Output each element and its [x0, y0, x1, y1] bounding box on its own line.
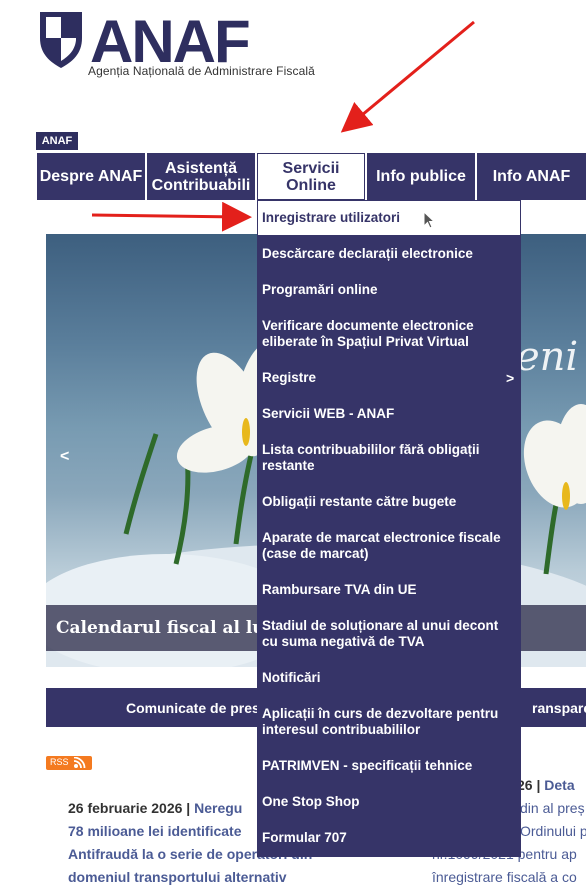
slider-prev-arrow[interactable]: <: [60, 448, 69, 466]
news-link-line[interactable]: Antifraudă la o serie de operatori din: [68, 843, 312, 866]
rss-label: RSS: [50, 757, 69, 767]
nav-asistenta-contribuabili[interactable]: Asistență Contribuabili: [147, 153, 255, 200]
anaf-tag[interactable]: ANAF: [36, 132, 78, 150]
arrow-to-nav: [340, 20, 475, 133]
news-link-line[interactable]: 78 milioane lei identificate: [68, 820, 268, 843]
tab-comunicate-de-presa[interactable]: Comunicate de pres: [126, 700, 260, 716]
menu-item-lista-contribuabililor[interactable]: Lista contribuabililor fără obligații re…: [262, 442, 512, 474]
menu-item-rambursare-tva[interactable]: Rambursare TVA din UE: [262, 582, 512, 598]
news-separator: |: [186, 800, 191, 816]
submenu-arrow-icon: >: [506, 370, 515, 386]
tab-transparenta[interactable]: ransparență: [532, 700, 586, 716]
menu-item-one-stop-shop[interactable]: One Stop Shop: [262, 794, 512, 810]
news-date: 26 februarie 2026: [68, 800, 183, 816]
menu-item-formular-707[interactable]: Formular 707: [262, 830, 512, 846]
news-link-line[interactable]: Ordinului p: [520, 820, 586, 843]
nav-info-anaf[interactable]: Info ANAF: [477, 153, 586, 200]
nav-servicii-online[interactable]: Servicii Online: [257, 153, 365, 200]
menu-item-notificari[interactable]: Notificări: [262, 670, 512, 686]
news-link-line[interactable]: din al preș: [520, 797, 586, 820]
menu-item-aparate-de-marcat[interactable]: Aparate de marcat electronice fiscale (c…: [262, 530, 512, 562]
mouse-cursor-icon: [423, 211, 436, 229]
menu-item-verificare-documente[interactable]: Verificare documente electronice elibera…: [262, 318, 512, 350]
news-item-right-header[interactable]: 26 | Deta: [517, 774, 586, 797]
menu-item-obligatii-restante[interactable]: Obligații restante către bugete: [262, 494, 512, 510]
menu-item-servicii-web[interactable]: Servicii WEB - ANAF: [262, 406, 512, 422]
menu-item-descarcare-declaratii[interactable]: Descărcare declarații electronice: [262, 246, 512, 262]
arrow-to-menu-item: [91, 201, 252, 232]
menu-item-registre[interactable]: Registre: [262, 370, 512, 386]
menu-item-patrimven[interactable]: PATRIMVEN - specificații tehnice: [262, 758, 512, 774]
news-link[interactable]: Neregu: [194, 800, 242, 816]
news-link-line[interactable]: domeniul transportului alternativ: [68, 866, 287, 889]
servicii-online-dropdown: Inregistrare utilizatori Descărcare decl…: [257, 200, 521, 857]
news-item-left[interactable]: 26 februarie 2026 | Neregu 78 milioane l…: [68, 797, 312, 889]
rss-icon: [73, 757, 86, 769]
rss-button[interactable]: RSS: [46, 756, 92, 770]
hero-decorative-text: eni: [516, 334, 579, 380]
news-link[interactable]: Deta: [544, 777, 574, 793]
menu-item-programari-online[interactable]: Programări online: [262, 282, 512, 298]
nav-info-publice[interactable]: Info publice: [367, 153, 475, 200]
nav-despre-anaf[interactable]: Despre ANAF: [37, 153, 145, 200]
news-item-right[interactable]: din al preș Ordinului p: [520, 797, 586, 843]
menu-item-inregistrare-utilizatori[interactable]: Inregistrare utilizatori: [262, 210, 512, 226]
news-separator: |: [536, 777, 541, 793]
menu-item-stadiul-solutionare[interactable]: Stadiul de soluționare al unui decont cu…: [262, 618, 512, 650]
news-link-line[interactable]: înregistrare fiscală a co: [432, 866, 586, 889]
menu-item-aplicatii-dezvoltare[interactable]: Aplicații în curs de dezvoltare pentru i…: [262, 706, 512, 738]
